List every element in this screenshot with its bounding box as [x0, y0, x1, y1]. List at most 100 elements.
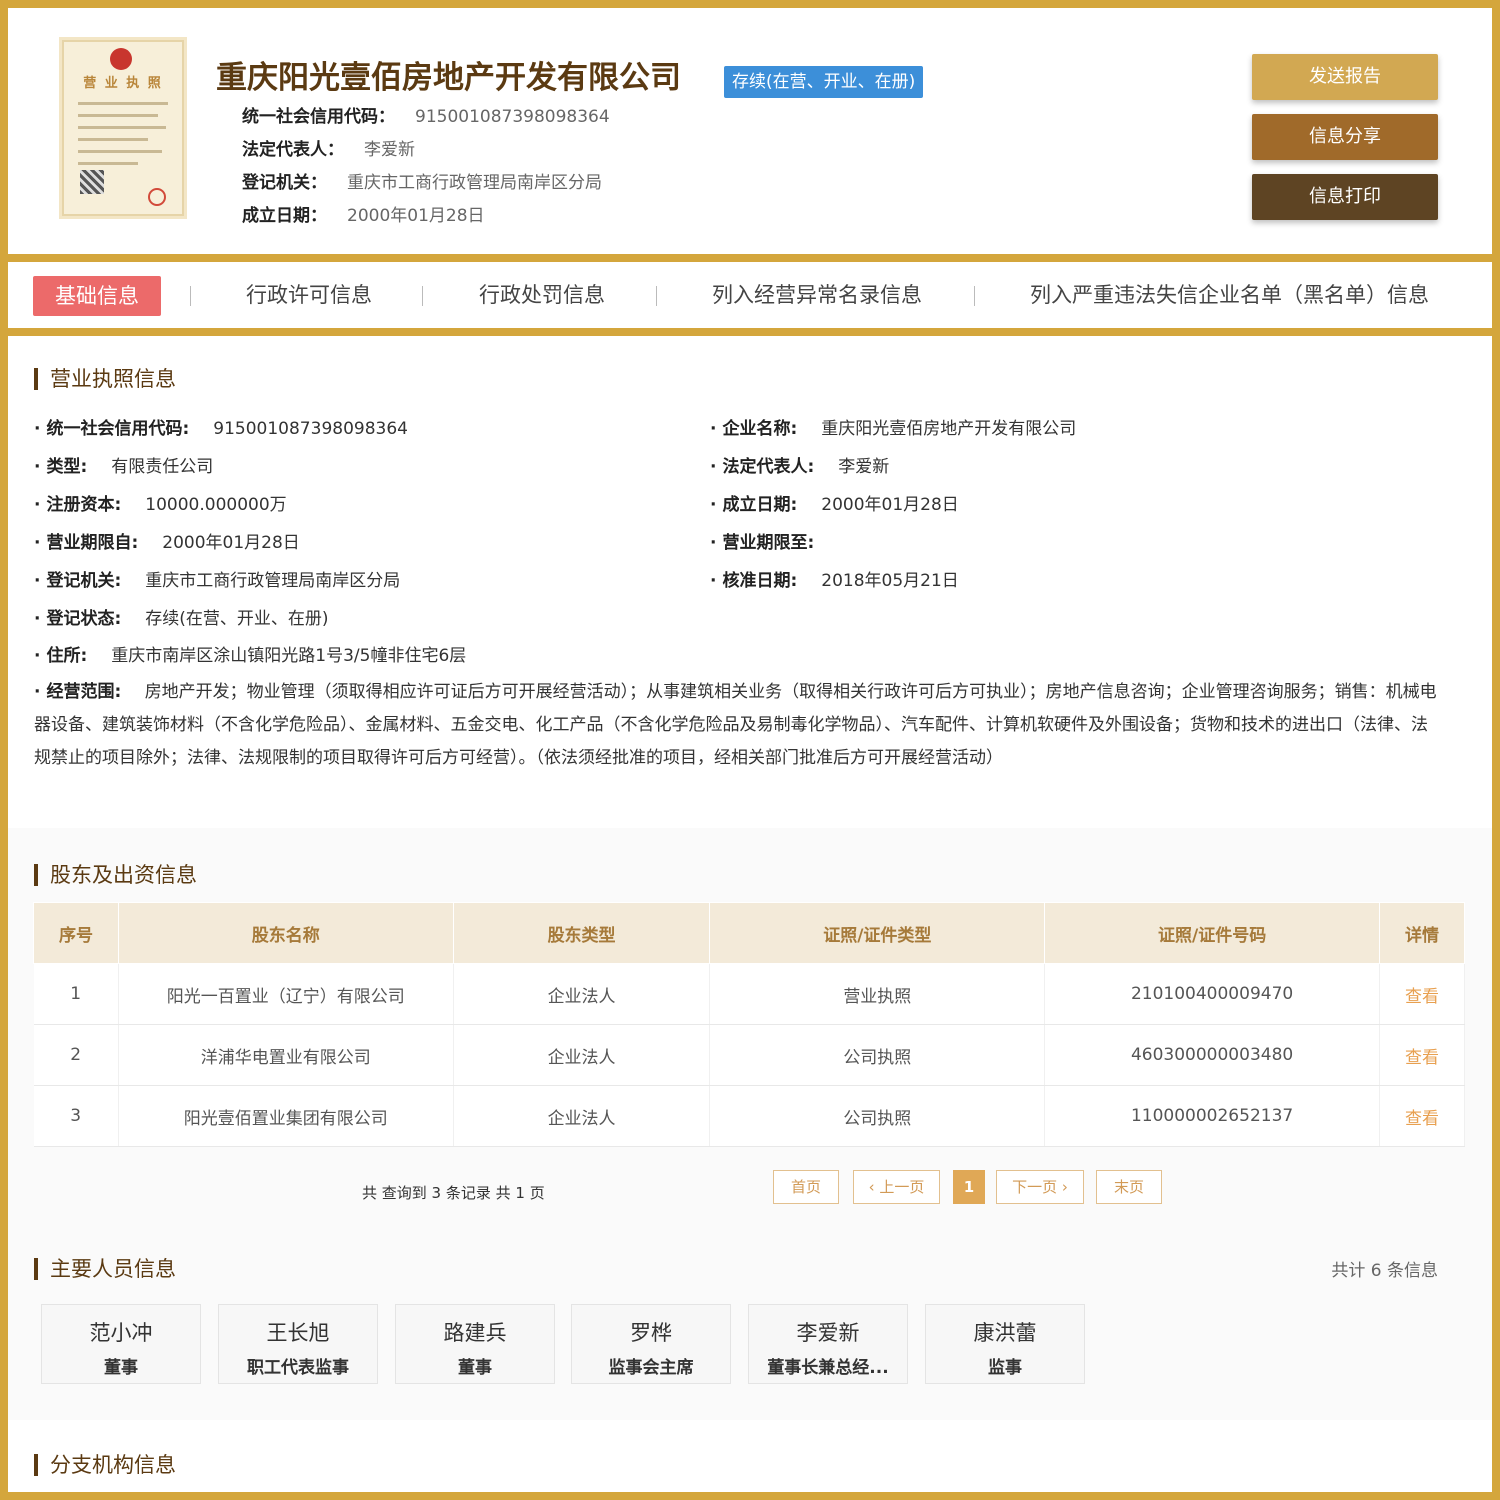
person-card[interactable]: 范小冲 董事 — [41, 1304, 201, 1384]
share-info-button[interactable]: 信息分享 — [1252, 114, 1438, 160]
info-term-from: 营业期限自: 2000年01月28日 — [34, 528, 300, 553]
info-label: 企业名称: — [710, 419, 797, 439]
table-cell: 阳光壹佰置业集团有限公司 — [118, 1085, 454, 1147]
person-role: 监事会主席 — [608, 1358, 694, 1378]
info-value: 2000年01月28日 — [821, 495, 959, 515]
table-cell: 公司执照 — [709, 1024, 1046, 1086]
official-seal-icon — [148, 188, 166, 206]
tab-divider — [422, 286, 423, 306]
tab-divider — [190, 286, 191, 306]
pager-first-button[interactable]: 首页 — [773, 1170, 839, 1204]
tab-basic-info[interactable]: 基础信息 — [33, 276, 161, 316]
info-value: 有限责任公司 — [111, 457, 214, 477]
header-value: 李爱新 — [364, 140, 415, 160]
license-line — [78, 162, 138, 165]
company-name: 重庆阳光壹佰房地产开发有限公司 — [216, 60, 681, 96]
person-card[interactable]: 康洪蕾 监事 — [925, 1304, 1085, 1384]
header-value: 重庆市工商行政管理局南岸区分局 — [347, 173, 602, 193]
license-title: 营 业 执 照 — [83, 76, 163, 91]
send-report-button[interactable]: 发送报告 — [1252, 54, 1438, 100]
view-detail-link[interactable]: 查看 — [1379, 963, 1465, 1025]
table-cell: 营业执照 — [709, 963, 1046, 1025]
column-header: 序号 — [33, 902, 119, 964]
license-line — [78, 114, 158, 117]
tab-administrative-penalty[interactable]: 行政处罚信息 — [479, 262, 605, 328]
person-name: 王长旭 — [266, 1321, 330, 1345]
tab-blacklist[interactable]: 列入严重违法失信企业名单（黑名单）信息 — [1030, 262, 1429, 328]
info-established-date: 成立日期: 2000年01月28日 — [710, 490, 959, 515]
info-label: 经营范围: — [34, 682, 121, 702]
person-role: 董事长兼总经... — [767, 1358, 889, 1378]
person-role: 董事 — [458, 1358, 492, 1378]
info-term-to: 营业期限至: — [710, 528, 838, 553]
column-header: 股东类型 — [452, 902, 711, 964]
person-card[interactable]: 李爱新 董事长兼总经... — [748, 1304, 908, 1384]
person-name: 罗桦 — [630, 1321, 672, 1345]
person-card[interactable]: 路建兵 董事 — [395, 1304, 555, 1384]
info-registration-authority: 登记机关: 重庆市工商行政管理局南岸区分局 — [34, 566, 400, 591]
table-cell: 460300000003480 — [1044, 1024, 1381, 1086]
tab-divider — [656, 286, 657, 306]
person-card[interactable]: 罗桦 监事会主席 — [571, 1304, 731, 1384]
info-value: 重庆市南岸区涂山镇阳光路1号3/5幢非住宅6层 — [111, 646, 467, 666]
national-emblem-icon — [110, 48, 132, 70]
pager-last-button[interactable]: 末页 — [1096, 1170, 1162, 1204]
table-cell: 企业法人 — [453, 963, 711, 1025]
pager-prev-button[interactable]: ‹ 上一页 — [853, 1170, 940, 1204]
section-title: 营业执照信息 — [34, 368, 176, 390]
branch-section: 分支机构信息 — [8, 1420, 1492, 1492]
license-line — [78, 102, 168, 105]
tab-administrative-license[interactable]: 行政许可信息 — [246, 262, 372, 328]
table-cell: 企业法人 — [453, 1085, 711, 1147]
header-value: 2000年01月28日 — [347, 206, 485, 226]
info-approval-date: 核准日期: 2018年05月21日 — [710, 566, 959, 591]
info-label: 统一社会信用代码: — [34, 419, 189, 439]
qr-code-icon — [80, 170, 104, 194]
table-row: 3 阳光壹佰置业集团有限公司 企业法人 公司执照 110000002652137… — [33, 1085, 1465, 1147]
table-cell: 210100400009470 — [1044, 963, 1381, 1025]
header-value: 915001087398098364 — [415, 107, 610, 127]
tab-abnormal-operation[interactable]: 列入经营异常名录信息 — [712, 262, 922, 328]
license-line — [78, 138, 148, 141]
table-cell: 110000002652137 — [1044, 1085, 1381, 1147]
header-credit-code: 统一社会信用代码： 915001087398098364 — [242, 102, 610, 127]
print-info-button[interactable]: 信息打印 — [1252, 174, 1438, 220]
table-cell: 阳光一百置业（辽宁）有限公司 — [118, 963, 454, 1025]
table-header-row: 序号 股东名称 股东类型 证照/证件类型 证照/证件号码 详情 — [33, 902, 1465, 964]
header-label: 统一社会信用代码： — [242, 107, 395, 127]
person-name: 康洪蕾 — [973, 1321, 1037, 1345]
company-header: 营 业 执 照 重庆阳光壹佰房地产开发有限公司 存续(在营、开业、在册) 统一社… — [8, 8, 1492, 254]
info-value: 重庆阳光壹佰房地产开发有限公司 — [821, 419, 1077, 439]
info-label: 类型: — [34, 457, 87, 477]
person-name: 路建兵 — [443, 1321, 507, 1345]
pager-current-page[interactable]: 1 — [953, 1170, 985, 1204]
view-detail-link[interactable]: 查看 — [1379, 1024, 1465, 1086]
info-address: 住所: 重庆市南岸区涂山镇阳光路1号3/5幢非住宅6层 — [34, 641, 466, 666]
header-established-date: 成立日期： 2000年01月28日 — [242, 201, 485, 226]
info-label: 成立日期: — [710, 495, 797, 515]
header-label: 登记机关： — [242, 173, 327, 193]
info-label: 注册资本: — [34, 495, 121, 515]
pager-next-button[interactable]: 下一页 › — [996, 1170, 1084, 1204]
info-label: 营业期限自: — [34, 533, 138, 553]
column-header: 详情 — [1379, 902, 1465, 964]
info-company-name: 企业名称: 重庆阳光壹佰房地产开发有限公司 — [710, 414, 1076, 439]
info-value: 2018年05月21日 — [821, 571, 959, 591]
person-role: 职工代表监事 — [247, 1358, 349, 1378]
person-role: 董事 — [104, 1358, 138, 1378]
table-cell: 3 — [33, 1085, 119, 1147]
info-value: 10000.000000万 — [145, 495, 287, 515]
table-cell: 1 — [33, 963, 119, 1025]
table-cell: 公司执照 — [709, 1085, 1046, 1147]
info-value: 存续(在营、开业、在册) — [145, 609, 329, 629]
person-card[interactable]: 王长旭 职工代表监事 — [218, 1304, 378, 1384]
info-label: 营业期限至: — [710, 533, 814, 553]
info-value: 2000年01月28日 — [162, 533, 300, 553]
header-label: 法定代表人： — [242, 140, 344, 160]
section-title: 股东及出资信息 — [34, 864, 197, 886]
header-registration-authority: 登记机关： 重庆市工商行政管理局南岸区分局 — [242, 168, 602, 193]
header-label: 成立日期： — [242, 206, 327, 226]
pager-summary: 共 查询到 3 条记录 共 1 页 — [362, 1184, 545, 1202]
view-detail-link[interactable]: 查看 — [1379, 1085, 1465, 1147]
license-line — [78, 150, 162, 153]
